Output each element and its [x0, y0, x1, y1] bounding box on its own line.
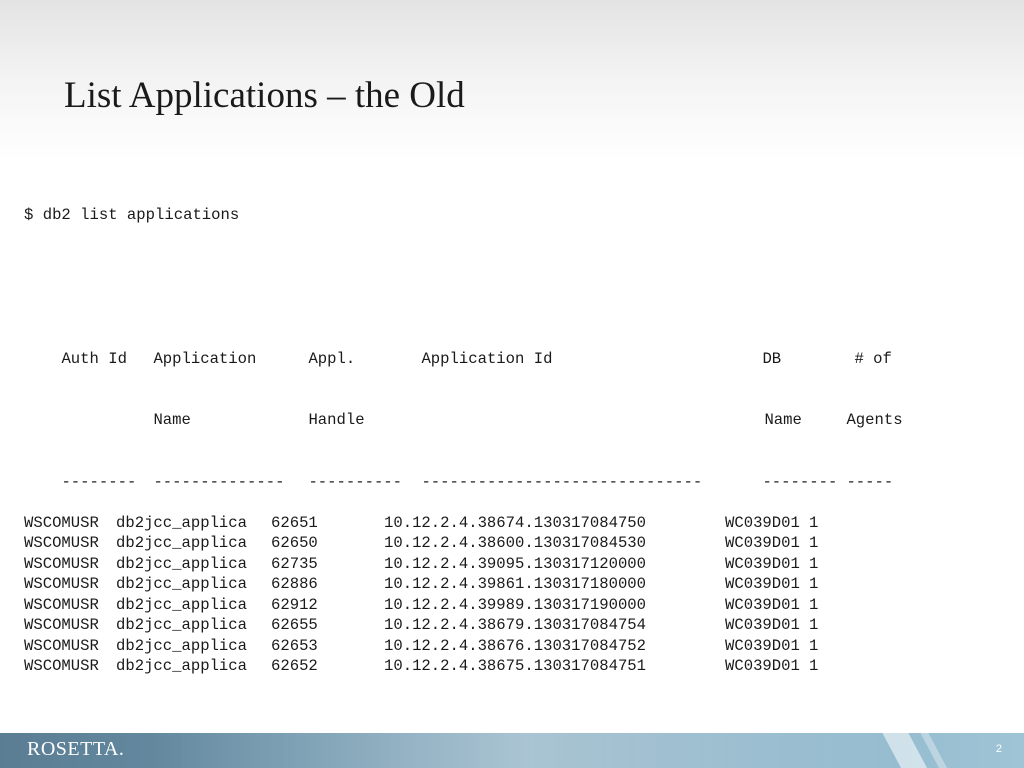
application-id-cell: 10.12.2.4.39861.130317180000 — [384, 575, 647, 593]
db-name-cell: WC039D01 — [725, 554, 800, 573]
table-row: WSCOMUSR db2jcc_applica 62652 10.12.2.4.386… — [24, 656, 906, 677]
agents-cell: 1 — [809, 534, 819, 552]
header-auth-id: Auth Id — [61, 349, 127, 368]
agents-cell: 1 — [809, 595, 819, 614]
footer-highlight — [150, 733, 900, 768]
header-db-name: Name — [764, 411, 802, 429]
agents-cell: 1 — [809, 636, 819, 655]
agents-cell: 1 — [809, 513, 819, 532]
footer-bar: ROSETTA. 2 — [0, 733, 1024, 768]
application-name-cell: db2jcc_applica — [116, 657, 248, 675]
auth-id-cell: WSCOMUSR — [24, 513, 99, 532]
header-application: Application — [153, 349, 257, 368]
separator: -------- — [762, 472, 838, 491]
auth-id-cell: WSCOMUSR — [24, 554, 99, 573]
command-line: $ db2 list applications — [24, 206, 240, 224]
appl-handle-cell: 62651 — [271, 513, 318, 532]
separator: -------- — [61, 472, 137, 491]
slide-title: List Applications – the Old — [64, 75, 465, 116]
application-id-cell: 10.12.2.4.38679.130317084754 — [384, 616, 647, 634]
agents-cell: 1 — [809, 575, 819, 593]
header-application-id: Application Id — [421, 349, 553, 368]
separator: ---------- — [308, 472, 403, 491]
application-id-cell: 10.12.2.4.38674.130317084750 — [384, 513, 647, 532]
auth-id-cell: WSCOMUSR — [24, 636, 99, 655]
table-row: WSCOMUSR db2jcc_applica 62912 10.12.2.4.399… — [24, 595, 906, 616]
appl-handle-cell: 62912 — [271, 595, 318, 614]
application-name-cell: db2jcc_applica — [116, 534, 248, 552]
application-name-cell: db2jcc_applica — [116, 636, 248, 655]
auth-id-cell: WSCOMUSR — [24, 595, 99, 614]
application-id-cell: 10.12.2.4.38600.130317084530 — [384, 534, 647, 552]
db-name-cell: WC039D01 — [725, 595, 800, 614]
application-name-cell: db2jcc_applica — [116, 513, 248, 532]
terminal-output: $ db2 list applications Auth Id Applicati… — [24, 164, 906, 697]
auth-id-cell: WSCOMUSR — [24, 657, 99, 675]
table-row: WSCOMUSR db2jcc_applica 62651 10.12.2.4.386… — [24, 513, 906, 534]
header-agents: Agents — [846, 411, 903, 429]
appl-handle-cell: 62653 — [271, 636, 318, 655]
appl-handle-cell: 62652 — [271, 657, 318, 675]
agents-cell: 1 — [809, 554, 819, 573]
table-row: WSCOMUSR db2jcc_applica 62653 10.12.2.4.386… — [24, 636, 906, 657]
auth-id-cell: WSCOMUSR — [24, 575, 99, 593]
application-rows: WSCOMUSR db2jcc_applica 62651 10.12.2.4.386… — [24, 513, 906, 677]
application-name-cell: db2jcc_applica — [116, 595, 248, 614]
table-row: WSCOMUSR db2jcc_applica 62655 10.12.2.4.386… — [24, 615, 906, 636]
db-name-cell: WC039D01 — [725, 636, 800, 655]
db-name-cell: WC039D01 — [725, 513, 800, 532]
separator: ----- — [846, 472, 894, 491]
db-name-cell: WC039D01 — [725, 616, 800, 634]
appl-handle-cell: 62650 — [271, 534, 318, 552]
application-id-cell: 10.12.2.4.39095.130317120000 — [384, 554, 647, 573]
agents-cell: 1 — [809, 616, 819, 634]
header-db: DB — [762, 349, 782, 368]
db-name-cell: WC039D01 — [725, 534, 800, 552]
header-appl: Appl. — [308, 349, 356, 368]
header-row: Name Handle Name Agents — [24, 390, 906, 429]
appl-handle-cell: 62886 — [271, 575, 318, 593]
separator-row: -------- -------------- ---------- --------… — [24, 451, 906, 491]
separator: -------------- — [153, 472, 285, 491]
application-name-cell: db2jcc_applica — [116, 554, 248, 573]
header-row: Auth Id Application Appl. Application Id DB #… — [24, 328, 906, 368]
page-number: 2 — [995, 743, 1002, 755]
rosetta-logo: ROSETTA. — [27, 738, 125, 760]
table-row: WSCOMUSR db2jcc_applica 62886 10.12.2.4.398… — [24, 574, 906, 595]
db-name-cell: WC039D01 — [725, 575, 800, 593]
application-id-cell: 10.12.2.4.38676.130317084752 — [384, 636, 647, 655]
application-name-cell: db2jcc_applica — [116, 575, 248, 593]
header-num-of: # of — [854, 349, 892, 368]
header-name: Name — [153, 411, 191, 429]
auth-id-cell: WSCOMUSR — [24, 616, 99, 634]
auth-id-cell: WSCOMUSR — [24, 534, 99, 552]
table-row: WSCOMUSR db2jcc_applica 62650 10.12.2.4.386… — [24, 533, 906, 554]
table-row: WSCOMUSR db2jcc_applica 62735 10.12.2.4.390… — [24, 554, 906, 575]
application-name-cell: db2jcc_applica — [116, 616, 248, 634]
application-id-cell: 10.12.2.4.38675.130317084751 — [384, 657, 647, 675]
db-name-cell: WC039D01 — [725, 657, 800, 675]
appl-handle-cell: 62655 — [271, 616, 318, 634]
application-id-cell: 10.12.2.4.39989.130317190000 — [384, 595, 647, 614]
appl-handle-cell: 62735 — [271, 554, 318, 573]
agents-cell: 1 — [809, 657, 819, 675]
header-handle: Handle — [308, 411, 365, 429]
separator: ------------------------------ — [421, 472, 703, 491]
